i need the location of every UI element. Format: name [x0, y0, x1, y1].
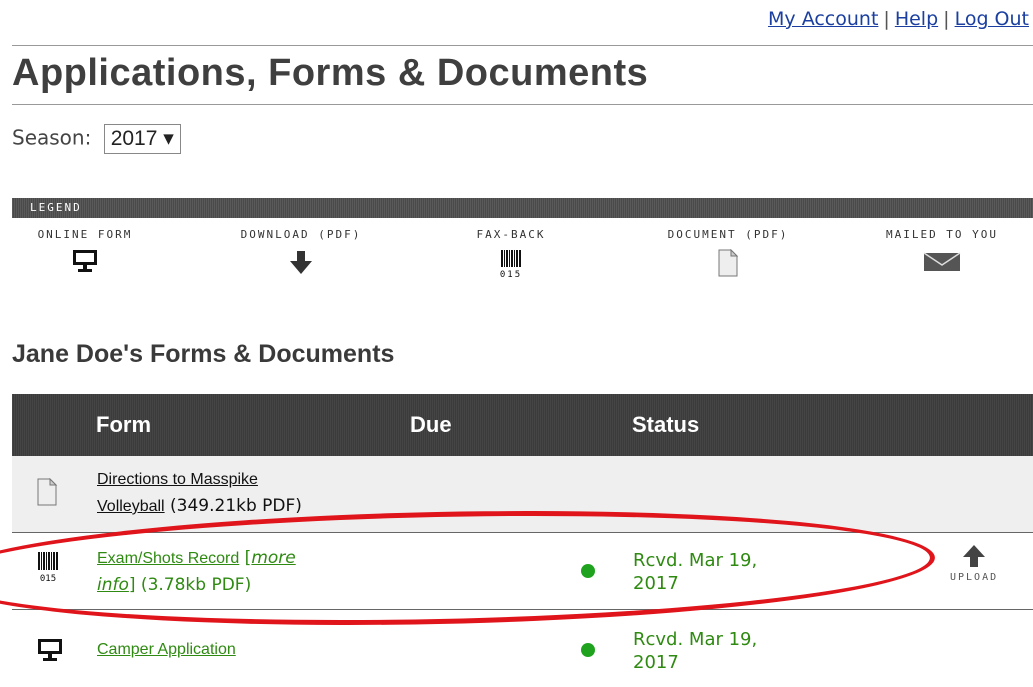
season-selector: Season: 2017 ▾ — [12, 124, 181, 154]
legend-mailed-to-you: MAILED TO YOU — [873, 228, 1011, 273]
table-row: Camper Application Rcvd. Mar 19, 2017 — [12, 610, 1033, 687]
status-line: 2017 — [633, 652, 679, 673]
my-account-link[interactable]: My Account — [768, 8, 878, 30]
file-size: (349.21kb PDF) — [164, 496, 302, 516]
table-header: Form Due Status — [12, 394, 1033, 456]
document-icon — [37, 478, 58, 506]
upload-label: UPLOAD — [950, 572, 999, 583]
envelope-icon — [923, 252, 961, 271]
form-link-camper-application[interactable]: Camper Application — [97, 641, 236, 658]
status-dot — [581, 643, 595, 657]
legend-title: LEGEND — [12, 198, 1033, 218]
barcode-number: 015 — [500, 270, 522, 279]
legend-label: MAILED TO YOU — [885, 228, 999, 241]
computer-icon — [38, 639, 62, 661]
bracket: [ — [239, 548, 252, 568]
column-due: Due — [410, 412, 452, 437]
legend-document-pdf: DOCUMENT (PDF) — [650, 228, 806, 277]
barcode-icon: 015 — [500, 250, 522, 279]
season-label: Season: — [12, 125, 92, 150]
more-info-link[interactable]: info — [97, 575, 129, 595]
file-size: (3.78kb PDF) — [135, 575, 252, 595]
season-select[interactable]: 2017 ▾ — [103, 124, 181, 154]
form-cell: Camper Application — [97, 636, 236, 663]
form-cell: Exam/Shots Record [more info] (3.78kb PDF… — [97, 545, 296, 598]
form-link-text-line1: Directions to Masspike — [97, 471, 258, 488]
form-link-text-line2: Volleyball — [97, 498, 165, 515]
help-link[interactable]: Help — [895, 8, 938, 30]
status-line: 2017 — [633, 573, 679, 594]
upload-button[interactable]: UPLOAD — [950, 543, 998, 583]
column-status: Status — [632, 412, 700, 437]
legend-label: DOCUMENT (PDF) — [667, 228, 789, 241]
bracket: ] — [128, 575, 136, 595]
barcode-number: 015 — [40, 574, 56, 583]
separator: | — [943, 8, 950, 30]
legend-label: FAX-BACK — [476, 228, 546, 241]
column-form: Form — [96, 412, 151, 437]
computer-icon — [73, 250, 97, 272]
barcode-icon: 015 — [38, 552, 58, 583]
form-link-exam-shots[interactable]: Exam/Shots Record — [97, 550, 239, 567]
document-icon — [718, 249, 739, 277]
divider — [12, 104, 1033, 105]
form-cell: Directions to Masspike Volleyball (349.21… — [97, 466, 302, 520]
status-text: Rcvd. Mar 19, 2017 — [633, 628, 757, 674]
legend-online-form: ONLINE FORM — [26, 228, 144, 275]
status-line: Rcvd. Mar 19, — [633, 550, 758, 571]
account-links: My Account | Help | Log Out — [768, 8, 1029, 30]
separator: | — [883, 8, 890, 30]
legend-fax-back: FAX-BACK 015 — [463, 228, 559, 279]
status-text: Rcvd. Mar 19, 2017 — [633, 549, 757, 595]
status-line: Rcvd. Mar 19, — [633, 629, 758, 650]
upload-arrow-icon — [963, 545, 986, 567]
legend-label: DOWNLOAD (PDF) — [240, 228, 362, 241]
more-info-link[interactable]: more — [251, 548, 295, 568]
download-arrow-icon — [290, 251, 312, 274]
legend-label: ONLINE FORM — [37, 228, 133, 241]
table-row: Directions to Masspike Volleyball (349.21… — [12, 456, 1033, 533]
log-out-link[interactable]: Log Out — [955, 8, 1029, 30]
page-title: Applications, Forms & Documents — [12, 52, 649, 94]
section-title: Jane Doe's Forms & Documents — [12, 340, 395, 368]
divider — [12, 45, 1033, 46]
legend-download-pdf: DOWNLOAD (PDF) — [222, 228, 380, 275]
status-dot — [581, 564, 595, 578]
table-row: 015 Exam/Shots Record [more info] (3.78kb… — [12, 533, 1033, 610]
